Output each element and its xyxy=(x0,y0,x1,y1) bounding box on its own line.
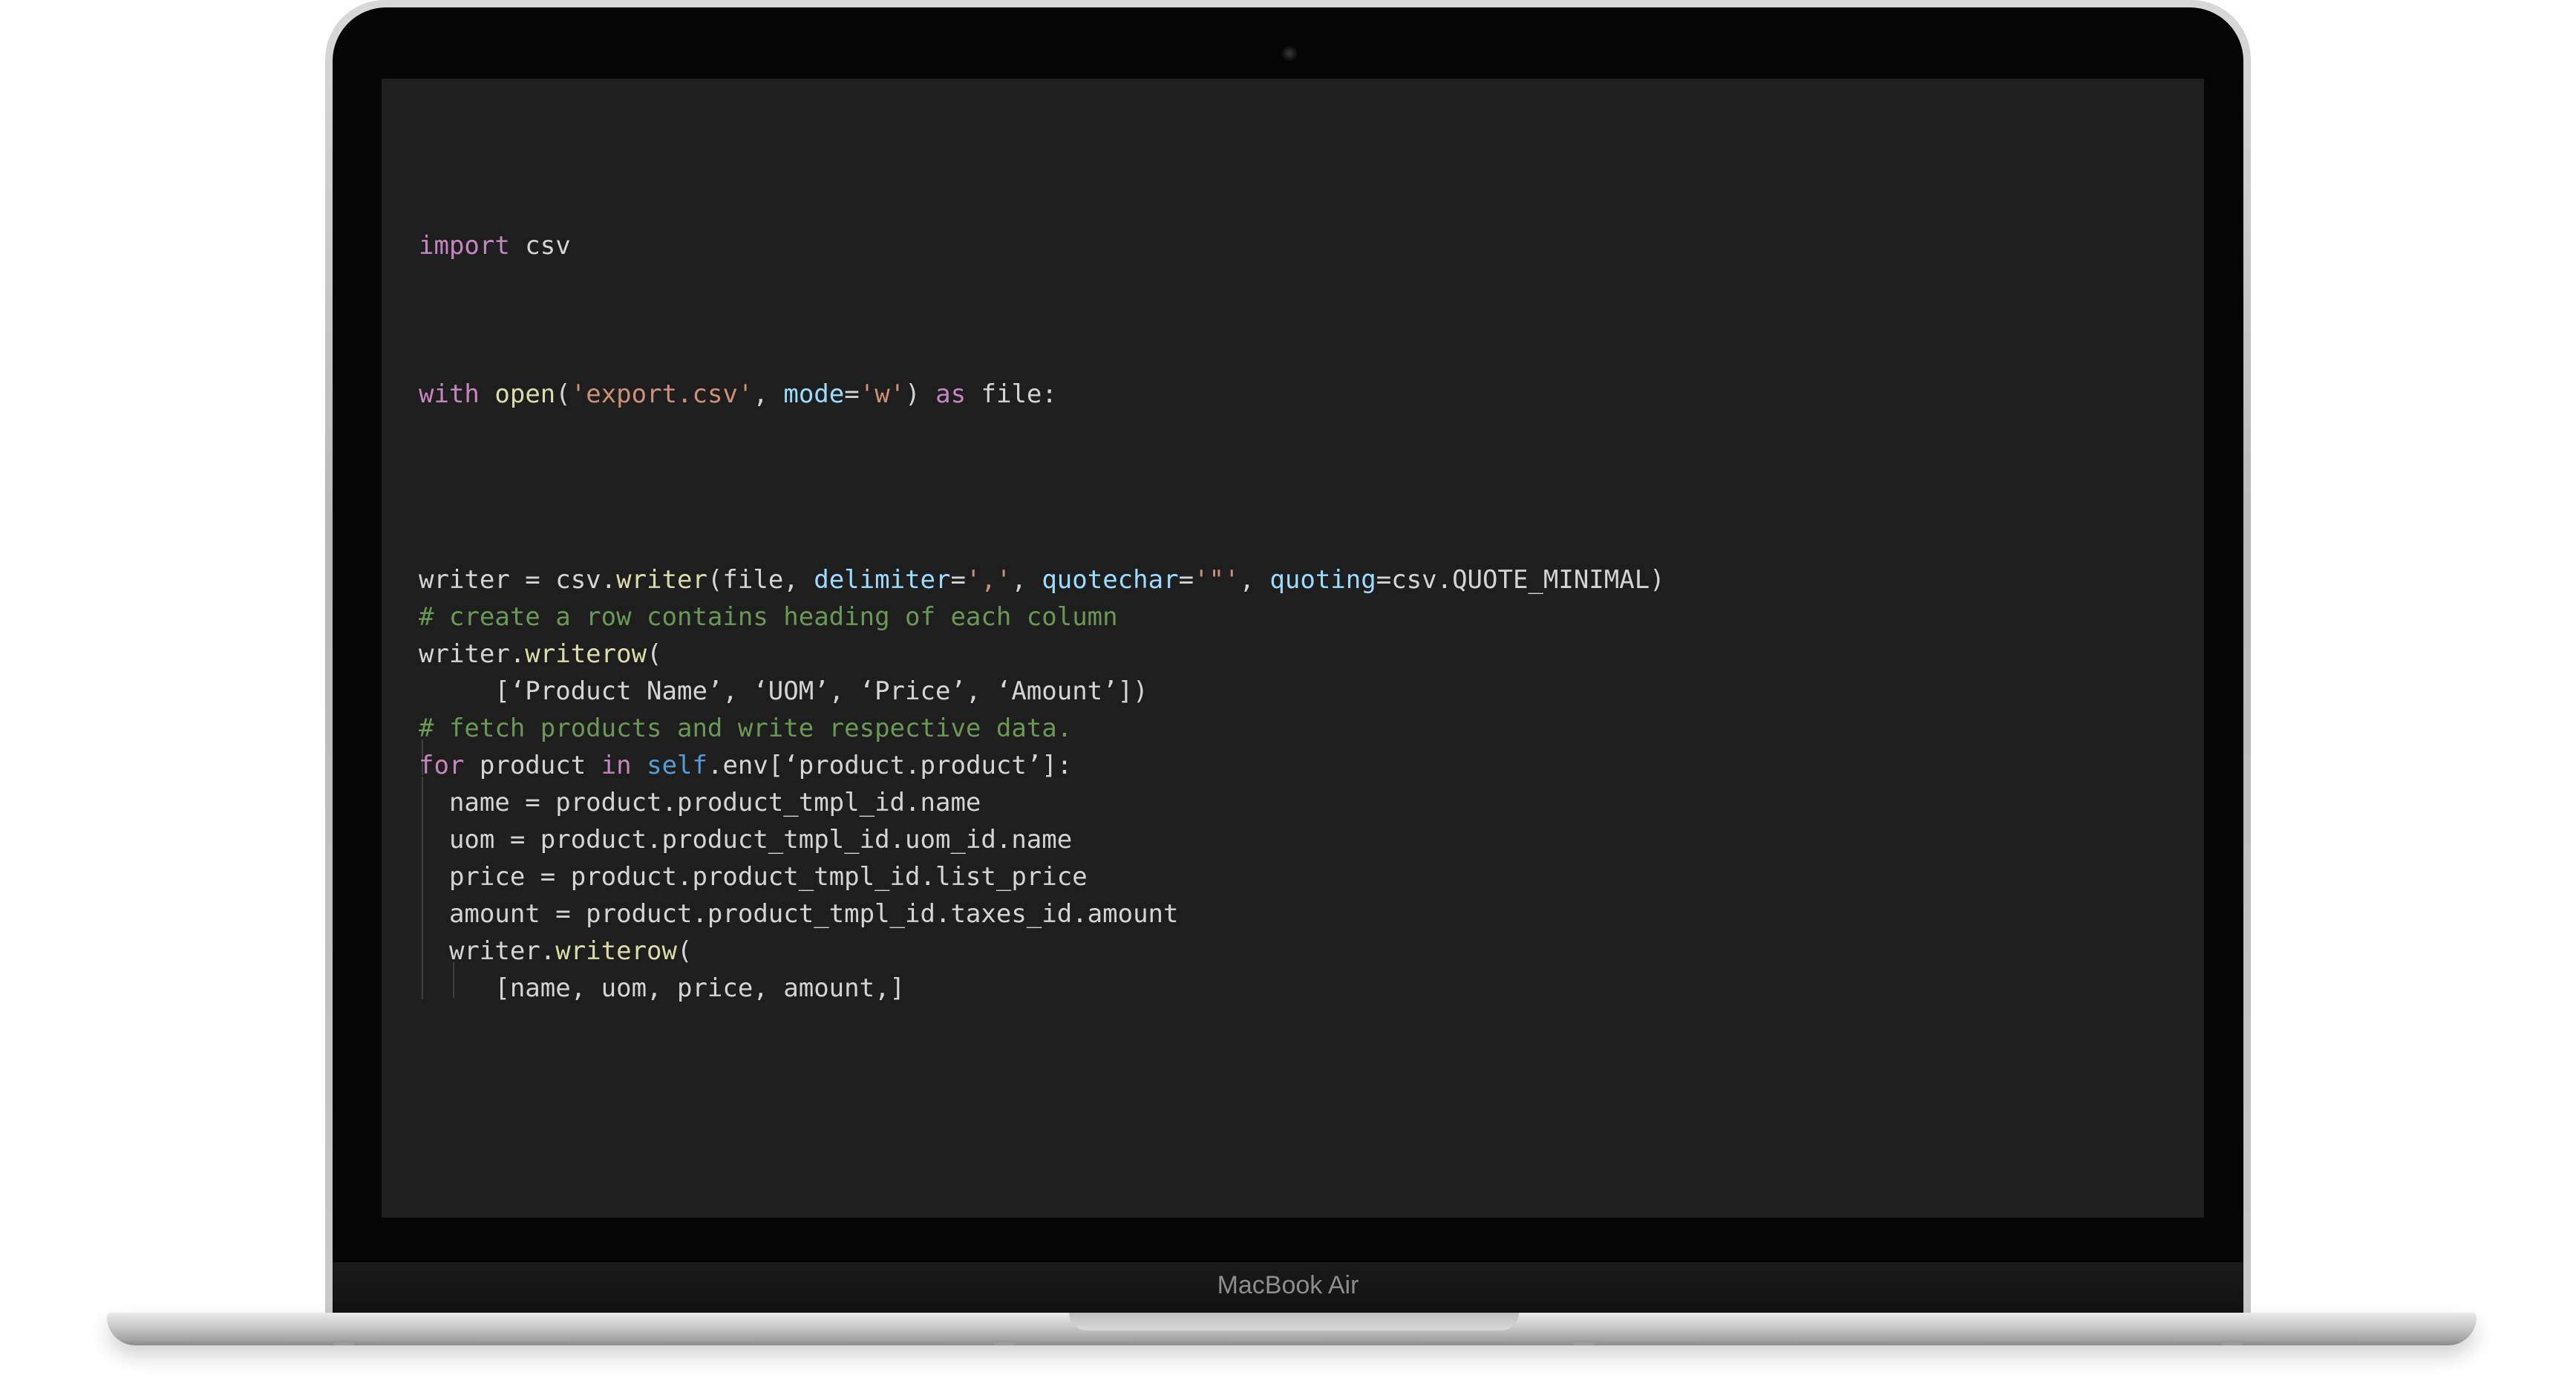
code-line[interactable]: amount = product.product_tmpl_id.taxes_i… xyxy=(419,895,1179,933)
code-line[interactable]: price = product.product_tmpl_id.list_pri… xyxy=(419,858,1088,895)
code-token: , xyxy=(753,379,784,409)
code-line[interactable]: name = product.product_tmpl_id.name xyxy=(419,784,981,821)
code-token: [name, uom, price, amount,] xyxy=(419,973,906,1003)
code-token: with xyxy=(419,379,480,409)
laptop-foot xyxy=(993,1341,1016,1345)
code-token: import xyxy=(419,231,510,261)
code-line[interactable]: uom = product.product_tmpl_id.uom_id.nam… xyxy=(419,821,1072,858)
code-token: , xyxy=(1239,565,1270,595)
code-token: ( xyxy=(647,639,662,669)
code-token: # create a row contains heading of each … xyxy=(419,602,1118,632)
code-token: writer. xyxy=(419,936,556,966)
code-token: [‘Product Name’, ‘UOM’, ‘Price’, ‘Amount… xyxy=(419,676,1148,706)
code-token: = xyxy=(950,565,966,595)
code-token: uom = product.product_tmpl_id.uom_id.nam… xyxy=(419,825,1073,855)
code-line[interactable]: import csv xyxy=(419,227,571,264)
code-token: quotechar xyxy=(1042,565,1179,595)
code-token: as xyxy=(935,379,967,409)
code-token: amount = product.product_tmpl_id.taxes_i… xyxy=(419,899,1179,929)
code-token: price = product.product_tmpl_id.list_pri… xyxy=(419,862,1088,892)
code-token: ( xyxy=(677,936,693,966)
code-token: , xyxy=(1011,565,1042,595)
code-token: open xyxy=(494,379,556,409)
laptop-foot xyxy=(2221,1341,2243,1345)
code-editor[interactable]: import csv with open('export.csv', mode='… xyxy=(382,79,2204,1218)
camera-icon xyxy=(1284,48,1295,59)
code-token: product xyxy=(464,751,601,780)
code-token: for xyxy=(419,751,465,780)
code-line[interactable]: writer.writerow( xyxy=(419,933,693,970)
code-token: name = product.product_tmpl_id.name xyxy=(419,788,981,817)
code-token: writerow xyxy=(555,936,677,966)
code-token: (file, xyxy=(707,565,814,595)
code-token: = xyxy=(844,379,860,409)
code-token: writerow xyxy=(525,639,647,669)
code-token: csv xyxy=(509,231,571,261)
code-line[interactable]: # create a row contains heading of each … xyxy=(419,598,1118,636)
laptop-foot xyxy=(333,1341,355,1345)
code-line[interactable]: for product in self.env[‘product.product… xyxy=(419,747,1072,784)
code-token: writer xyxy=(616,565,707,595)
code-token: ( xyxy=(555,379,571,409)
code-token: quoting xyxy=(1269,565,1376,595)
code-line[interactable]: # fetch products and write respective da… xyxy=(419,710,1072,747)
brand-label: MacBook Air xyxy=(1217,1271,1359,1299)
base-notch xyxy=(1069,1313,1519,1331)
code-line[interactable]: writer = csv.writer(file, delimiter=',',… xyxy=(419,561,1665,598)
code-line[interactable]: writer.writerow( xyxy=(419,636,662,673)
code-token: ',' xyxy=(965,565,1012,595)
code-token: ) xyxy=(905,379,936,409)
code-token: = xyxy=(1178,565,1194,595)
code-line[interactable]: [name, uom, price, amount,] xyxy=(419,970,905,1007)
code-token: delimiter xyxy=(814,565,951,595)
code-token: # fetch products and write respective da… xyxy=(419,714,1073,743)
code-line[interactable]: [‘Product Name’, ‘UOM’, ‘Price’, ‘Amount… xyxy=(419,673,1148,710)
code-line[interactable]: with open('export.csv', mode='w') as fil… xyxy=(419,376,1057,413)
code-token: .env[‘product.product’]: xyxy=(707,751,1073,780)
code-token: file: xyxy=(966,379,1057,409)
code-token: writer = csv. xyxy=(419,565,617,595)
code-token: =csv.QUOTE_MINIMAL) xyxy=(1376,565,1665,595)
code-token: 'w' xyxy=(859,379,906,409)
code-token: '"' xyxy=(1194,565,1240,595)
code-token: self xyxy=(647,751,707,780)
code-token: writer. xyxy=(419,639,526,669)
laptop-foot xyxy=(1572,1341,1595,1345)
code-token: 'export.csv' xyxy=(570,379,753,409)
code-token: mode xyxy=(783,379,845,409)
code-token: in xyxy=(601,751,632,780)
